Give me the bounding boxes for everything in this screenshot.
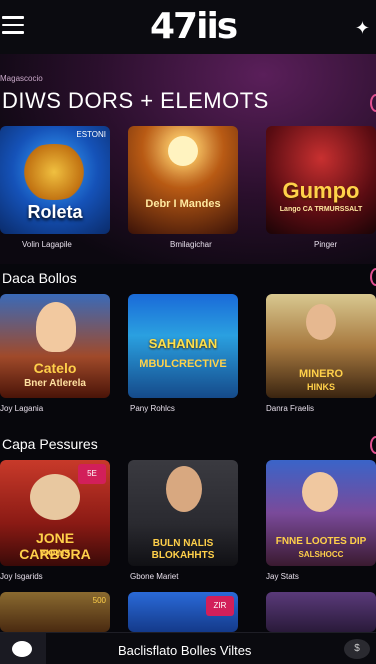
hero-tiny-label: Magascocio bbox=[0, 74, 43, 83]
game-card[interactable]: Roleta ESTONI bbox=[0, 126, 110, 234]
game-art-subtitle: Lango CA TRMURSSALT bbox=[279, 206, 363, 213]
promo-badge: ZIR bbox=[206, 596, 234, 616]
game-art-subtitle: HINKS bbox=[306, 382, 335, 392]
hamburger-icon[interactable] bbox=[2, 16, 24, 34]
character-portrait bbox=[36, 302, 76, 352]
game-card[interactable]: ZIR bbox=[128, 592, 238, 632]
promo-badge: 5E bbox=[78, 464, 106, 484]
bottom-bar: Baclisflato Bolles Viltes $ bbox=[0, 632, 376, 664]
game-caption: Jay Stats bbox=[266, 572, 299, 581]
character-portrait bbox=[306, 304, 336, 340]
section-title: Daca Bollos bbox=[2, 270, 77, 286]
coin-icon[interactable]: $ bbox=[344, 639, 370, 659]
game-caption: Danra Fraelis bbox=[266, 404, 315, 413]
hero-title: DIWS DORS + ELEMOTS bbox=[2, 88, 269, 113]
game-art-subtitle: BLOKAHHTS bbox=[151, 550, 215, 561]
game-caption: Volin Lagapile bbox=[22, 240, 72, 249]
game-card[interactable]: SAHANIAN MBULCRECTIVE bbox=[128, 294, 238, 398]
promo-badge: 500 bbox=[92, 596, 106, 605]
game-art-subtitle: Bner Atlerela bbox=[24, 378, 86, 389]
game-card[interactable]: Debr I Mandes bbox=[128, 126, 238, 234]
scroll-indicator-icon bbox=[370, 268, 376, 286]
game-card[interactable] bbox=[266, 592, 376, 632]
game-art-subtitle: WOINS bbox=[39, 548, 71, 558]
game-art-title: SAHANIAN bbox=[148, 336, 218, 351]
star-sparkle-icon[interactable]: ✦ bbox=[355, 18, 370, 39]
game-art-title: Catelo bbox=[33, 360, 77, 376]
game-card[interactable]: JONE CARBORA WOINS 5E bbox=[0, 460, 110, 566]
game-caption: Bmilagichar bbox=[170, 240, 212, 249]
section-title: Capa Pessures bbox=[2, 436, 98, 452]
top-bar: 47iis ✦ bbox=[0, 0, 376, 54]
game-art-subtitle: MBULCRECTIVE bbox=[139, 358, 227, 370]
game-card[interactable]: Gumpo Lango CA TRMURSSALT bbox=[266, 126, 376, 234]
game-art-title: Gumpo bbox=[282, 178, 360, 203]
glow-icon bbox=[168, 136, 198, 166]
game-art-title: Debr I Mandes bbox=[145, 198, 221, 210]
character-portrait bbox=[302, 472, 338, 512]
game-card[interactable]: BULN NALIS BLOKAHHTS bbox=[128, 460, 238, 566]
scroll-indicator-icon bbox=[370, 436, 376, 454]
game-art-title: MINERO bbox=[299, 368, 343, 380]
game-art-title: FNNE LOOTES DIP bbox=[275, 536, 367, 547]
character-portrait bbox=[166, 466, 202, 512]
character-portrait bbox=[30, 474, 80, 520]
game-card[interactable]: Catelo Bner Atlerela bbox=[0, 294, 110, 398]
roulette-wheel-icon bbox=[14, 144, 94, 200]
scroll-indicator-icon bbox=[370, 94, 376, 112]
bottom-bar-label[interactable]: Baclisflato Bolles Viltes bbox=[118, 643, 251, 658]
game-caption: Pinger bbox=[314, 240, 338, 249]
user-icon bbox=[12, 641, 32, 657]
game-card[interactable]: 500 bbox=[0, 592, 110, 632]
game-caption: Pany Rohlcs bbox=[130, 404, 175, 413]
game-badge: ESTONI bbox=[76, 130, 106, 139]
game-caption: Gbone Mariet bbox=[130, 572, 179, 581]
game-caption: Joy Lagania bbox=[0, 404, 44, 413]
game-caption: Joy Isgarids bbox=[0, 572, 43, 581]
game-card[interactable]: MINERO HINKS bbox=[266, 294, 376, 398]
game-art-subtitle: SALSHOCC bbox=[298, 550, 344, 559]
game-art-title: Roleta bbox=[27, 202, 83, 222]
game-art-title: BULN NALIS bbox=[152, 538, 214, 549]
game-card[interactable]: FNNE LOOTES DIP SALSHOCC bbox=[266, 460, 376, 566]
brand-logo[interactable]: 47iis bbox=[150, 6, 238, 47]
account-button[interactable] bbox=[0, 633, 46, 664]
